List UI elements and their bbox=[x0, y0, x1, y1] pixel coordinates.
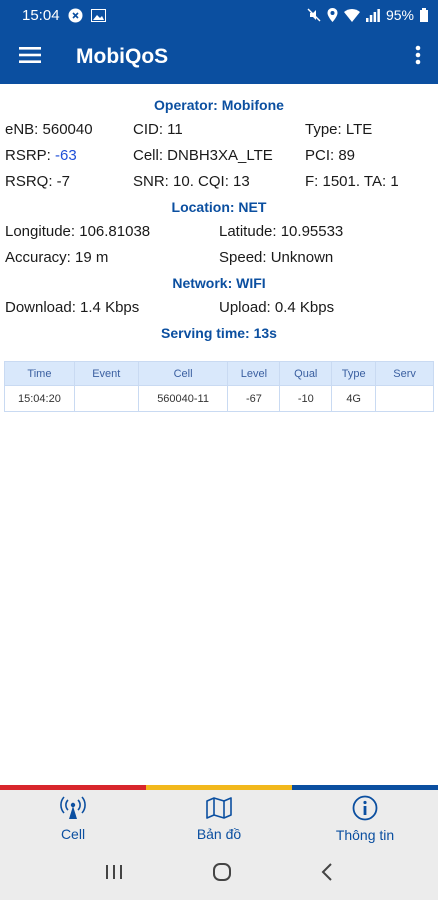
type-value: Type: LTE bbox=[305, 121, 373, 138]
operator-row-1: eNB: 560040 CID: 11 Type: LTE bbox=[0, 117, 438, 143]
rsrp-value: RSRP: -63 bbox=[5, 143, 133, 169]
cell-value: Cell: DNBH3XA_LTE bbox=[133, 147, 273, 164]
app-title: MobiQoS bbox=[76, 45, 169, 68]
nav-map[interactable]: Bản đồ bbox=[146, 790, 292, 848]
event-table: Time Event Cell Level Qual Type Serv 15:… bbox=[4, 361, 434, 412]
nav-info[interactable]: Thông tin bbox=[292, 790, 438, 848]
image-icon bbox=[90, 8, 106, 22]
recent-apps-button[interactable] bbox=[105, 864, 123, 885]
pci-value: PCI: 89 bbox=[305, 147, 356, 164]
table-header-row: Time Event Cell Level Qual Type Serv bbox=[4, 361, 434, 386]
latitude-value: Latitude: 10.95533 bbox=[219, 223, 344, 240]
nav-info-label: Thông tin bbox=[335, 827, 395, 843]
longitude-value: Longitude: 106.81038 bbox=[5, 223, 151, 240]
cell-serv bbox=[375, 385, 434, 412]
rsrp-label: RSRP: bbox=[5, 147, 56, 164]
info-icon bbox=[352, 795, 378, 824]
nav-map-label: Bản đồ bbox=[196, 826, 242, 842]
cell-cell: 560040-11 bbox=[137, 385, 229, 412]
battery-icon bbox=[420, 8, 428, 22]
wifi-icon bbox=[343, 8, 360, 22]
main-content: Operator: Mobifone eNB: 560040 CID: 11 T… bbox=[0, 84, 438, 345]
enb-value: eNB: 560040 bbox=[5, 121, 93, 138]
menu-button[interactable] bbox=[0, 30, 60, 84]
table-row[interactable]: 15:04:20 560040-11 -67 -10 4G bbox=[4, 385, 434, 412]
cell-qual: -10 bbox=[279, 385, 333, 412]
back-button[interactable] bbox=[321, 862, 333, 886]
network-row: Download: 1.4 Kbps Upload: 0.4 Kbps bbox=[0, 295, 438, 321]
status-bar: 15:04 95% bbox=[0, 0, 438, 30]
snr-value: SNR: 10. CQI: 13 bbox=[133, 173, 250, 190]
cell-event bbox=[73, 385, 139, 412]
serving-time: Serving time: 13s bbox=[161, 325, 277, 341]
nav-cell[interactable]: Cell bbox=[0, 790, 146, 848]
header-event: Event bbox=[73, 361, 139, 386]
operator-row-3: RSRQ: -7 SNR: 10. CQI: 13 F: 1501. TA: 1 bbox=[0, 169, 438, 195]
bottom-navigation: Cell Bản đồ Thông tin bbox=[0, 790, 438, 848]
cid-value: CID: 11 bbox=[133, 121, 183, 138]
more-vertical-icon bbox=[415, 45, 421, 70]
header-qual: Qual bbox=[279, 361, 333, 386]
network-title: Network: WIFI bbox=[172, 275, 266, 291]
app-bar: MobiQoS bbox=[0, 30, 438, 84]
rsrp-number: -63 bbox=[55, 147, 77, 164]
cell-time: 15:04:20 bbox=[4, 385, 75, 412]
header-serv: Serv bbox=[375, 361, 434, 386]
location-title: Location: NET bbox=[171, 199, 267, 215]
hamburger-menu-icon bbox=[19, 46, 41, 68]
mute-icon bbox=[307, 8, 321, 22]
signal-icon bbox=[365, 8, 380, 22]
speed-value: Speed: Unknown bbox=[219, 249, 334, 266]
rsrq-value: RSRQ: -7 bbox=[5, 173, 71, 190]
location-row-2: Accuracy: 19 m Speed: Unknown bbox=[0, 245, 438, 271]
cell-tower-icon bbox=[59, 796, 87, 823]
header-type: Type bbox=[331, 361, 377, 386]
cell-level: -67 bbox=[227, 385, 281, 412]
notification-close-icon bbox=[68, 8, 83, 23]
more-options-button[interactable] bbox=[398, 30, 438, 84]
download-value: Download: 1.4 Kbps bbox=[5, 299, 140, 316]
upload-value: Upload: 0.4 Kbps bbox=[219, 299, 335, 316]
cell-type: 4G bbox=[331, 385, 377, 412]
location-icon bbox=[327, 8, 338, 22]
home-button[interactable] bbox=[212, 862, 232, 887]
header-time: Time bbox=[4, 361, 75, 386]
map-icon bbox=[205, 796, 233, 823]
header-cell: Cell bbox=[137, 361, 229, 386]
operator-row-2: RSRP: -63 Cell: DNBH3XA_LTE PCI: 89 bbox=[0, 143, 438, 169]
header-level: Level bbox=[227, 361, 281, 386]
nav-cell-label: Cell bbox=[60, 826, 86, 842]
accuracy-value: Accuracy: 19 m bbox=[5, 249, 109, 266]
operator-title: Operator: Mobifone bbox=[154, 97, 284, 113]
frequency-value: F: 1501. TA: 1 bbox=[305, 173, 399, 190]
status-time: 15:04 bbox=[22, 6, 60, 24]
system-navigation-bar bbox=[0, 848, 438, 900]
location-row-1: Longitude: 106.81038 Latitude: 10.95533 bbox=[0, 219, 438, 245]
battery-percent: 95% bbox=[385, 7, 414, 23]
